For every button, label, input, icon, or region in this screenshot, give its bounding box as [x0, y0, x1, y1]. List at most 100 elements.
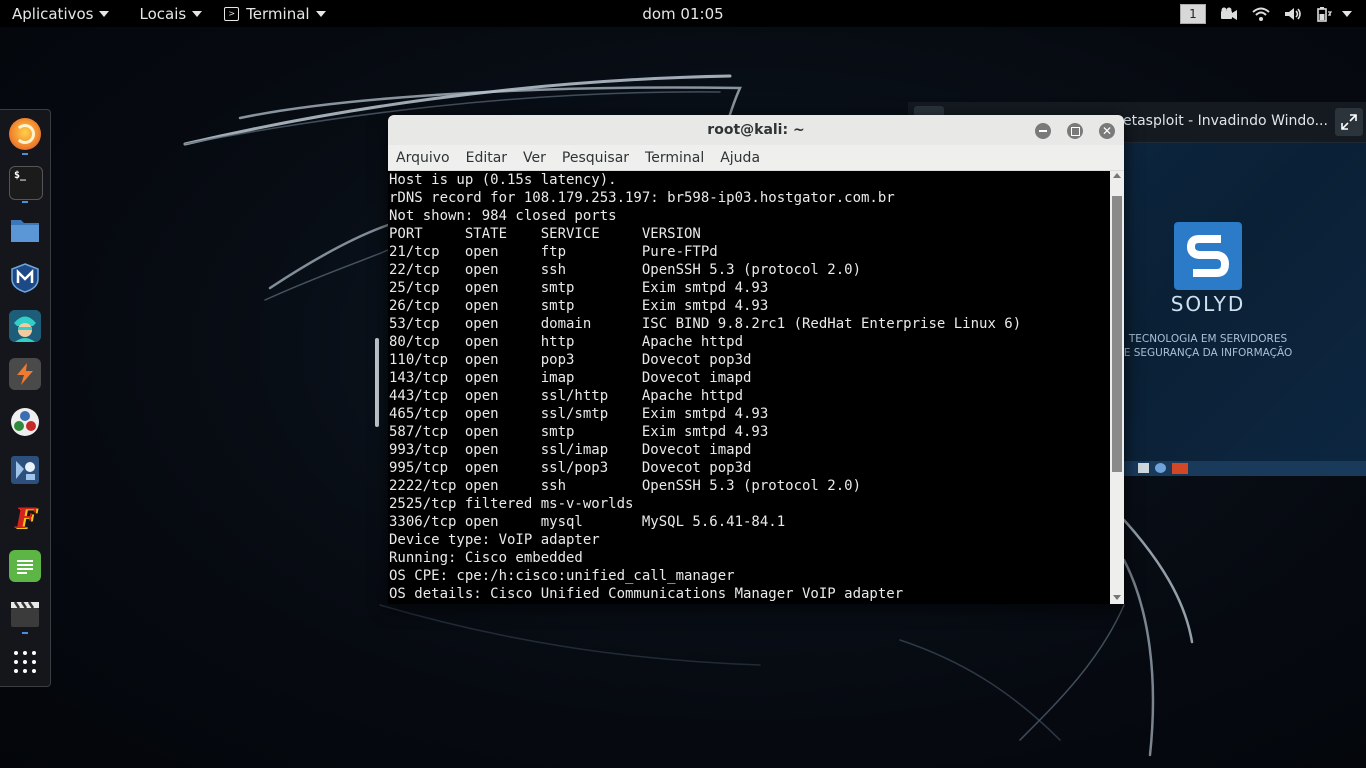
- faraday-icon: F: [15, 501, 35, 535]
- leafpad-icon: [17, 560, 33, 574]
- scroll-up-icon[interactable]: [1113, 173, 1121, 178]
- chevron-down-icon: [99, 10, 110, 17]
- menu-pesquisar[interactable]: Pesquisar: [554, 150, 637, 166]
- places-menu[interactable]: Locais: [121, 0, 214, 27]
- terminal-line: 993/tcp open ssl/imap Dovecot imapd: [389, 442, 752, 458]
- terminal-line: OS details: Cisco Unified Communications…: [389, 586, 904, 602]
- close-icon: ✕: [1101, 124, 1113, 138]
- brand-name: SOLYD: [1170, 292, 1246, 316]
- menu-arquivo[interactable]: Arquivo: [388, 150, 458, 166]
- terminal-scrollbar[interactable]: [1110, 171, 1124, 604]
- scroll-down-icon[interactable]: [1113, 595, 1121, 600]
- taskbar-powerpoint-icon: [1172, 463, 1188, 474]
- terminal-line: 21/tcp open ftp Pure-FTPd: [389, 244, 718, 260]
- terminal-line: 2222/tcp open ssh OpenSSH 5.3 (protocol …: [389, 478, 862, 494]
- terminal-app-menu-label: Terminal: [246, 4, 310, 23]
- menu-ver[interactable]: Ver: [515, 150, 554, 166]
- camera-icon[interactable]: [1220, 7, 1238, 21]
- top-bar: dom 01:05 Aplicativos Locais > Terminal …: [0, 0, 1366, 27]
- dock-armitage[interactable]: [9, 310, 41, 342]
- show-apps-icon: [14, 651, 36, 673]
- terminal-line: 22/tcp open ssh OpenSSH 5.3 (protocol 2.…: [389, 262, 862, 278]
- terminal-titlebar[interactable]: root@kali: ~ ✕: [388, 115, 1124, 146]
- terminal-line: Running: Cisco embedded: [389, 550, 583, 566]
- terminal-line: 53/tcp open domain ISC BIND 9.8.2rc1 (Re…: [389, 316, 1022, 332]
- terminal-line: 26/tcp open smtp Exim smtpd 4.93: [389, 298, 769, 314]
- taskbar-icons: [1138, 463, 1188, 474]
- terminal-line: 587/tcp open smtp Exim smtpd 4.93: [389, 424, 769, 440]
- wifi-icon[interactable]: [1252, 7, 1270, 21]
- terminal-app-menu[interactable]: > Terminal: [214, 0, 337, 27]
- applications-menu-label: Aplicativos: [12, 4, 94, 23]
- dock-burpsuite[interactable]: [9, 358, 41, 390]
- menu-ajuda[interactable]: Ajuda: [712, 150, 768, 166]
- dock-files[interactable]: [9, 214, 41, 246]
- dock-maltego[interactable]: [9, 406, 41, 438]
- terminal-line: PORT STATE SERVICE VERSION: [389, 226, 701, 242]
- solyd-logo-icon: [1174, 222, 1242, 290]
- terminal-line: OS CPE: cpe:/h:cisco:unified_call_manage…: [389, 568, 735, 584]
- dock-kazam[interactable]: [9, 598, 41, 630]
- menu-editar[interactable]: Editar: [458, 150, 515, 166]
- terminal-small-icon: >: [224, 6, 240, 21]
- minimize-button[interactable]: [1035, 123, 1051, 139]
- terminal-line: 995/tcp open ssl/pop3 Dovecot pop3d: [389, 460, 752, 476]
- terminal-output[interactable]: Host is up (0.15s latency). rDNS record f…: [389, 171, 1109, 603]
- terminal-line: 465/tcp open ssl/smtp Exim smtpd 4.93: [389, 406, 769, 422]
- close-button[interactable]: ✕: [1099, 123, 1115, 139]
- terminal-line: 110/tcp open pop3 Dovecot pop3d: [389, 352, 752, 368]
- clock[interactable]: dom 01:05: [642, 5, 723, 23]
- running-indicator: [22, 153, 28, 155]
- brand-tagline-1: TECNOLOGIA EM SERVIDORES: [1128, 333, 1288, 345]
- video-preview-title: etasploit - Invadindo Windo...: [1123, 113, 1328, 129]
- terminal-line: 3306/tcp open mysql MySQL 5.6.41-84.1: [389, 514, 786, 530]
- dock: $_ F: [0, 109, 51, 687]
- brand-tagline-2: E SEGURANÇA DA INFORMAÇÃO: [1123, 347, 1293, 359]
- menu-terminal[interactable]: Terminal: [637, 150, 712, 166]
- terminal-line: 143/tcp open imap Dovecot imapd: [389, 370, 752, 386]
- dock-metasploit[interactable]: [9, 262, 41, 294]
- dock-faraday[interactable]: F: [9, 501, 41, 535]
- minimize-icon: [1039, 130, 1047, 132]
- burpsuite-icon: [17, 363, 33, 385]
- applications-menu[interactable]: Aplicativos: [0, 0, 121, 27]
- terminal-line: 443/tcp open ssl/http Apache httpd: [389, 388, 744, 404]
- terminal-line: rDNS record for 108.179.253.197: br598-i…: [389, 190, 895, 206]
- terminal-menubar: Arquivo Editar Ver Pesquisar Terminal Aj…: [388, 145, 1124, 171]
- fullscreen-button[interactable]: [1335, 108, 1363, 136]
- terminal-line: Host is up (0.15s latency).: [389, 172, 617, 188]
- battery-icon[interactable]: [1316, 6, 1332, 22]
- dock-leafpad[interactable]: [9, 550, 41, 582]
- chevron-down-icon: [192, 10, 203, 17]
- dock-show-applications[interactable]: [9, 646, 41, 678]
- volume-icon[interactable]: [1284, 7, 1302, 21]
- expand-icon: [1341, 114, 1357, 130]
- maximize-button[interactable]: [1067, 123, 1083, 139]
- terminal-line: 80/tcp open http Apache httpd: [389, 334, 744, 350]
- taskbar-window-icon: [1138, 463, 1149, 473]
- chevron-down-icon: [315, 10, 326, 17]
- taskbar-app-icon: [1155, 463, 1166, 473]
- running-indicator: [22, 632, 28, 634]
- metasploit-icon: [11, 263, 39, 293]
- armitage-icon: [9, 310, 41, 342]
- kazam-icon: [11, 601, 39, 627]
- system-menu-chevron-icon[interactable]: [1342, 10, 1352, 17]
- scrollbar-thumb[interactable]: [1112, 196, 1122, 473]
- terminal-line: Not shown: 984 closed ports: [389, 208, 617, 224]
- maltego-icon: [11, 408, 39, 436]
- dock-beef[interactable]: [9, 454, 41, 486]
- firefox-icon: [15, 124, 35, 144]
- beef-icon: [11, 456, 39, 484]
- terminal-icon: $_: [14, 170, 27, 181]
- terminal-line: Device type: VoIP adapter: [389, 532, 600, 548]
- maximize-icon: [1070, 126, 1080, 136]
- places-menu-label: Locais: [139, 4, 187, 23]
- terminal-line: 25/tcp open smtp Exim smtpd 4.93: [389, 280, 769, 296]
- workspace-indicator[interactable]: 1: [1180, 3, 1206, 24]
- dock-firefox[interactable]: [9, 118, 41, 150]
- dock-terminal[interactable]: $_: [9, 166, 43, 200]
- files-icon: [11, 220, 39, 242]
- terminal-window[interactable]: root@kali: ~ ✕ Arquivo Editar Ver Pesqui…: [388, 115, 1124, 604]
- terminal-line: 2525/tcp filtered ms-v-worlds: [389, 496, 634, 512]
